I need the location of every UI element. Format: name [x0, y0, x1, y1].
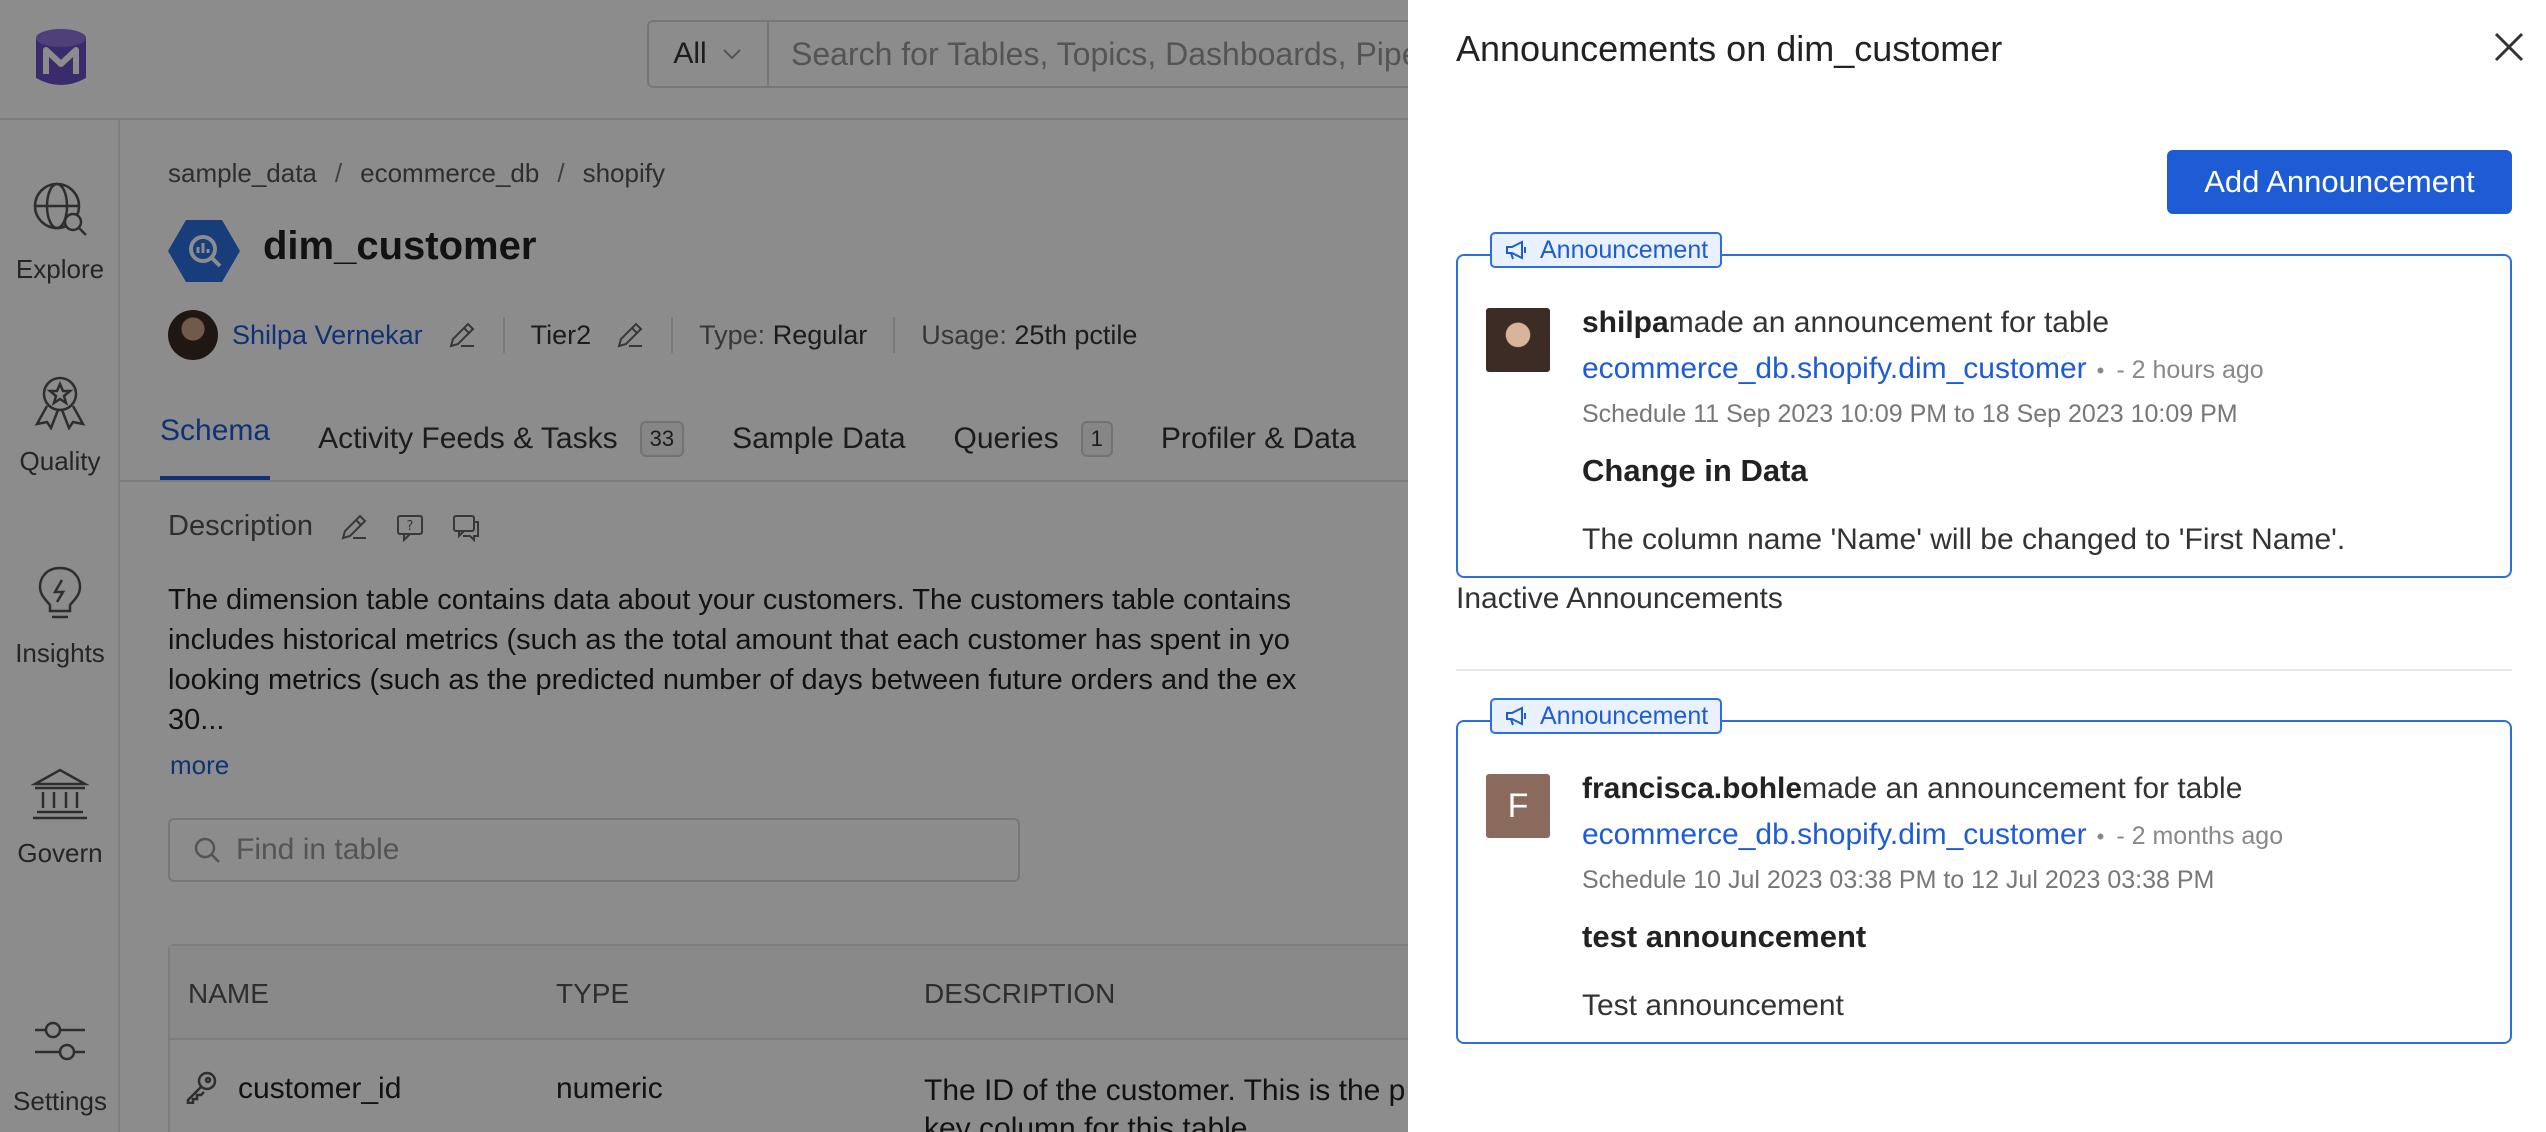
announcement-meta: ecommerce_db.shopify.dim_customer • - 2 … — [1582, 818, 2480, 852]
announcement-title: Change in Data — [1582, 453, 1808, 488]
time-ago: - 2 hours ago — [2116, 356, 2264, 384]
announcements-drawer: Announcements on dim_customer Add Announ… — [1408, 0, 2546, 1132]
megaphone-icon — [1506, 240, 1526, 260]
entity-link[interactable]: ecommerce_db.shopify.dim_customer — [1582, 352, 2087, 386]
announcement-header: francisca.bohlemade an announcement for … — [1582, 772, 2480, 806]
announcement-card: Announcement shilpamade an announcement … — [1456, 232, 2512, 578]
announcement-description: Test announcement — [1582, 989, 1844, 1022]
announcement-schedule: Schedule 11 Sep 2023 10:09 PM to 18 Sep … — [1582, 400, 2238, 428]
announcement-card: Announcement F francisca.bohlemade an an… — [1456, 698, 2512, 1044]
add-announcement-button[interactable]: Add Announcement — [2167, 150, 2512, 214]
close-icon[interactable] — [2492, 30, 2526, 64]
announcement-tag: Announcement — [1490, 232, 1723, 268]
divider — [1456, 669, 2512, 671]
modal-overlay[interactable] — [0, 0, 1408, 1132]
announcement-title: test announcement — [1582, 919, 1867, 954]
megaphone-icon — [1506, 706, 1526, 726]
announcement-description: The column name 'Name' will be changed t… — [1582, 523, 2346, 556]
avatar: F — [1486, 774, 1550, 838]
announcement-header: shilpamade an announcement for table — [1582, 306, 2480, 340]
bullet: • — [2096, 824, 2105, 849]
time-ago: - 2 months ago — [2116, 822, 2284, 850]
entity-link[interactable]: ecommerce_db.shopify.dim_customer — [1582, 818, 2087, 852]
avatar — [1486, 308, 1550, 372]
announcement-user[interactable]: shilpa — [1582, 306, 1669, 339]
announcement-meta: ecommerce_db.shopify.dim_customer • - 2 … — [1582, 352, 2480, 386]
announcement-action: made an announcement for table — [1668, 306, 2110, 339]
announcement-tag-label: Announcement — [1540, 235, 1709, 264]
announcement-body: francisca.bohlemade an announcement for … — [1582, 772, 2480, 1023]
inactive-announcements-heading: Inactive Announcements — [1456, 582, 1783, 615]
announcement-user[interactable]: francisca.bohle — [1582, 772, 1802, 805]
announcement-body: shilpamade an announcement for table eco… — [1582, 306, 2480, 557]
announcement-tag-label: Announcement — [1540, 701, 1709, 730]
announcement-schedule: Schedule 10 Jul 2023 03:38 PM to 12 Jul … — [1582, 866, 2215, 894]
announcement-action: made an announcement for table — [1802, 772, 2243, 805]
announcement-tag: Announcement — [1490, 698, 1723, 734]
bullet: • — [2096, 358, 2105, 383]
drawer-title: Announcements on dim_customer — [1456, 28, 2003, 69]
